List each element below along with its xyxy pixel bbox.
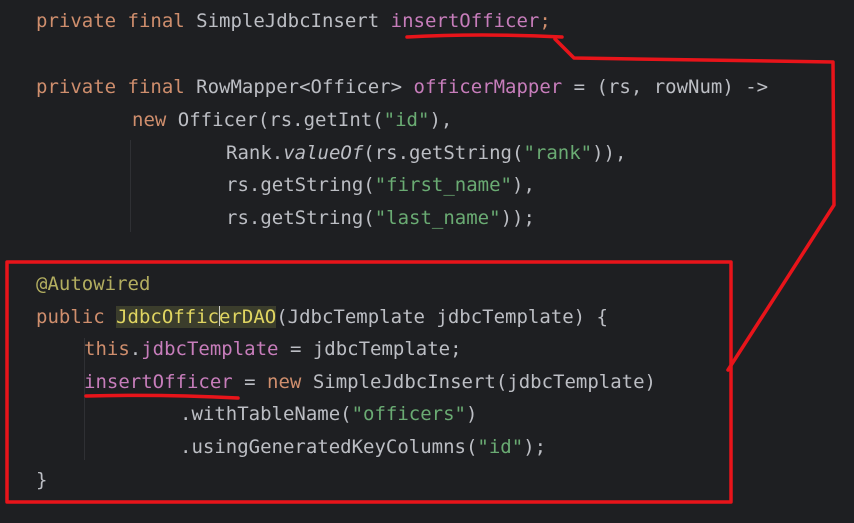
keyword: private final	[36, 76, 197, 98]
field-jdbcTemplate[interactable]: jdbcTemplate	[141, 338, 278, 360]
keyword: public	[36, 306, 117, 328]
assignment: = jdbcTemplate;	[278, 338, 462, 360]
string-literal: "rank"	[523, 142, 593, 164]
code-line-1[interactable]: private final SimpleJdbcInsert insertOff…	[36, 6, 551, 36]
method-call: rs.getString(	[226, 207, 375, 229]
field-insertOfficer[interactable]: insertOfficer	[391, 10, 540, 32]
rank-ref: Rank.	[226, 142, 284, 164]
indent-guide	[130, 140, 131, 232]
constructor-call: Officer(rs.getInt(	[177, 109, 384, 131]
field-officerMapper[interactable]: officerMapper	[414, 76, 563, 98]
code-line-4[interactable]: Rank.valueOf(rs.getString("rank")),	[226, 138, 626, 168]
code-line-3[interactable]: new Officer(rs.getInt("id"),	[132, 105, 452, 135]
assign-op: =	[232, 371, 268, 393]
annotation: @Autowired	[36, 273, 151, 295]
code-line-11[interactable]: .withTableName("officers")	[180, 399, 477, 429]
static-method: valueOf	[283, 142, 364, 164]
semicolon: ;	[539, 10, 551, 32]
method-call: .usingGeneratedKeyColumns(	[180, 436, 478, 458]
constructor-params: (JdbcTemplate jdbcTemplate) {	[276, 306, 608, 328]
code-line-9[interactable]: this.jdbcTemplate = jdbcTemplate;	[84, 334, 462, 364]
code-line-13[interactable]: }	[36, 465, 47, 495]
constructor-call: SimpleJdbcInsert(jdbcTemplate)	[312, 371, 656, 393]
method-call: .withTableName(	[180, 403, 352, 425]
string-literal: "id"	[383, 109, 430, 131]
punctuation: ));	[500, 207, 535, 229]
code-line-7[interactable]: @Autowired	[36, 269, 150, 299]
closing-brace: }	[36, 469, 48, 491]
string-literal: "first_name"	[374, 174, 512, 196]
string-literal: "officers"	[351, 403, 466, 425]
code-editor[interactable]: private final SimpleJdbcInsert insertOff…	[0, 0, 854, 523]
type-name: RowMapper<Officer>	[196, 76, 414, 98]
keyword: new	[267, 371, 313, 393]
dot: .	[129, 338, 142, 360]
string-literal: "last_name"	[374, 207, 501, 229]
keyword: private final	[36, 10, 197, 32]
code-line-6[interactable]: rs.getString("last_name"));	[226, 203, 535, 233]
method-call: rs.getString(	[226, 174, 375, 196]
code-line-5[interactable]: rs.getString("first_name"),	[226, 170, 535, 200]
type-name: SimpleJdbcInsert	[196, 10, 391, 32]
code-line-10[interactable]: insertOfficer = new SimpleJdbcInsert(jdb…	[84, 367, 656, 397]
code-line-12[interactable]: .usingGeneratedKeyColumns("id");	[180, 432, 546, 462]
punctuation: )	[465, 403, 478, 425]
keyword: new	[132, 109, 178, 131]
constructor-name-part-1: JdbcOffic	[116, 306, 220, 328]
code-line-8[interactable]: public JdbcOfficerDAO(JdbcTemplate jdbcT…	[36, 302, 608, 332]
constructor-name-part-2: erDAO	[219, 306, 277, 328]
punctuation: );	[523, 436, 547, 458]
lambda-params: = (rs, rowNum) ->	[562, 76, 769, 98]
keyword-this: this	[84, 338, 130, 360]
method-call: (rs.getString(	[363, 142, 524, 164]
punctuation: ),	[512, 174, 535, 196]
punctuation: ),	[429, 109, 453, 131]
constructor-name[interactable]: JdbcOfficerDAO	[116, 306, 277, 328]
code-line-2[interactable]: private final RowMapper<Officer> officer…	[36, 72, 768, 102]
punctuation: )),	[592, 142, 627, 164]
field-insertOfficer[interactable]: insertOfficer	[84, 371, 233, 393]
string-literal: "id"	[477, 436, 524, 458]
